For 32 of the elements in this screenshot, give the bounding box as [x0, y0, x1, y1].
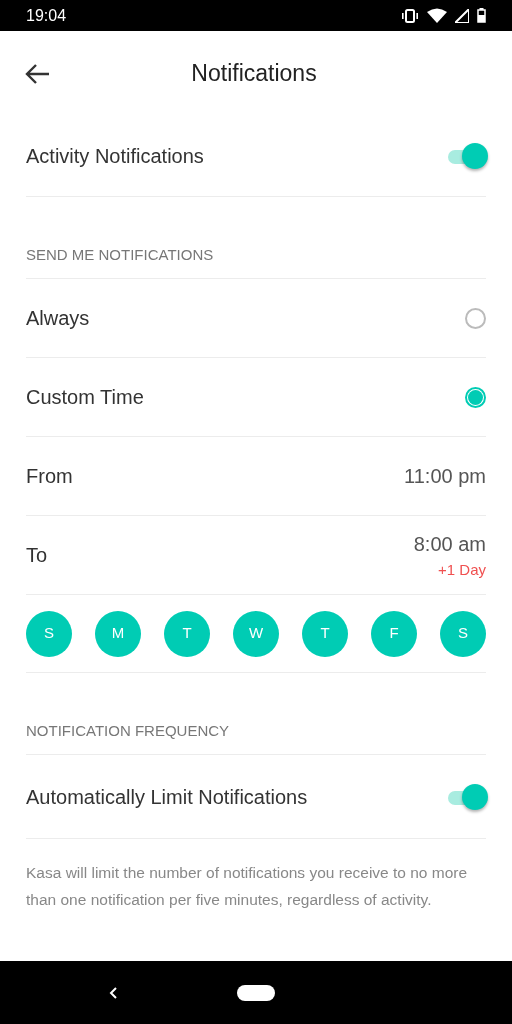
- toggle-switch[interactable]: [446, 144, 486, 167]
- vibrate-icon: [401, 8, 419, 23]
- wifi-icon: [427, 8, 447, 23]
- option-label: Always: [26, 306, 90, 331]
- signal-icon: [455, 8, 469, 23]
- battery-icon: [477, 8, 486, 23]
- option-label: Custom Time: [26, 385, 144, 410]
- radio-button[interactable]: [465, 386, 486, 408]
- setting-label: Automatically Limit Notifications: [26, 784, 308, 810]
- section-heading: SEND ME NOTIFICATIONS: [26, 244, 214, 265]
- day-toggle[interactable]: S: [440, 610, 486, 657]
- page-title: Notifications: [191, 59, 317, 86]
- day-toggle[interactable]: M: [95, 610, 141, 657]
- description-text: Kasa will limit the number of notifications you receive to no more than one notification per five minutes, regardless of activity.: [26, 863, 469, 910]
- status-time: 19:04: [26, 5, 67, 26]
- back-arrow-icon: [24, 62, 50, 85]
- section-heading: NOTIFICATION FREQUENCY: [26, 720, 230, 741]
- day-toggle[interactable]: T: [164, 610, 210, 657]
- radio-button[interactable]: [465, 307, 486, 329]
- time-value[interactable]: 11:00 pm: [404, 461, 486, 491]
- day-toggle[interactable]: W: [233, 610, 279, 657]
- setting-label: Activity Notifications: [26, 143, 204, 169]
- home-pill-icon[interactable]: [237, 984, 275, 1001]
- day-toggle[interactable]: S: [26, 610, 72, 657]
- back-nav-icon[interactable]: [108, 985, 118, 1000]
- day-toggle[interactable]: T: [302, 610, 348, 657]
- to-label: To: [26, 543, 48, 568]
- day-toggle[interactable]: F: [371, 610, 417, 657]
- time-value[interactable]: 8:00 am: [413, 528, 486, 559]
- toggle-switch[interactable]: [446, 785, 486, 808]
- from-label: From: [26, 464, 73, 489]
- next-day-note: +1 Day: [438, 559, 486, 580]
